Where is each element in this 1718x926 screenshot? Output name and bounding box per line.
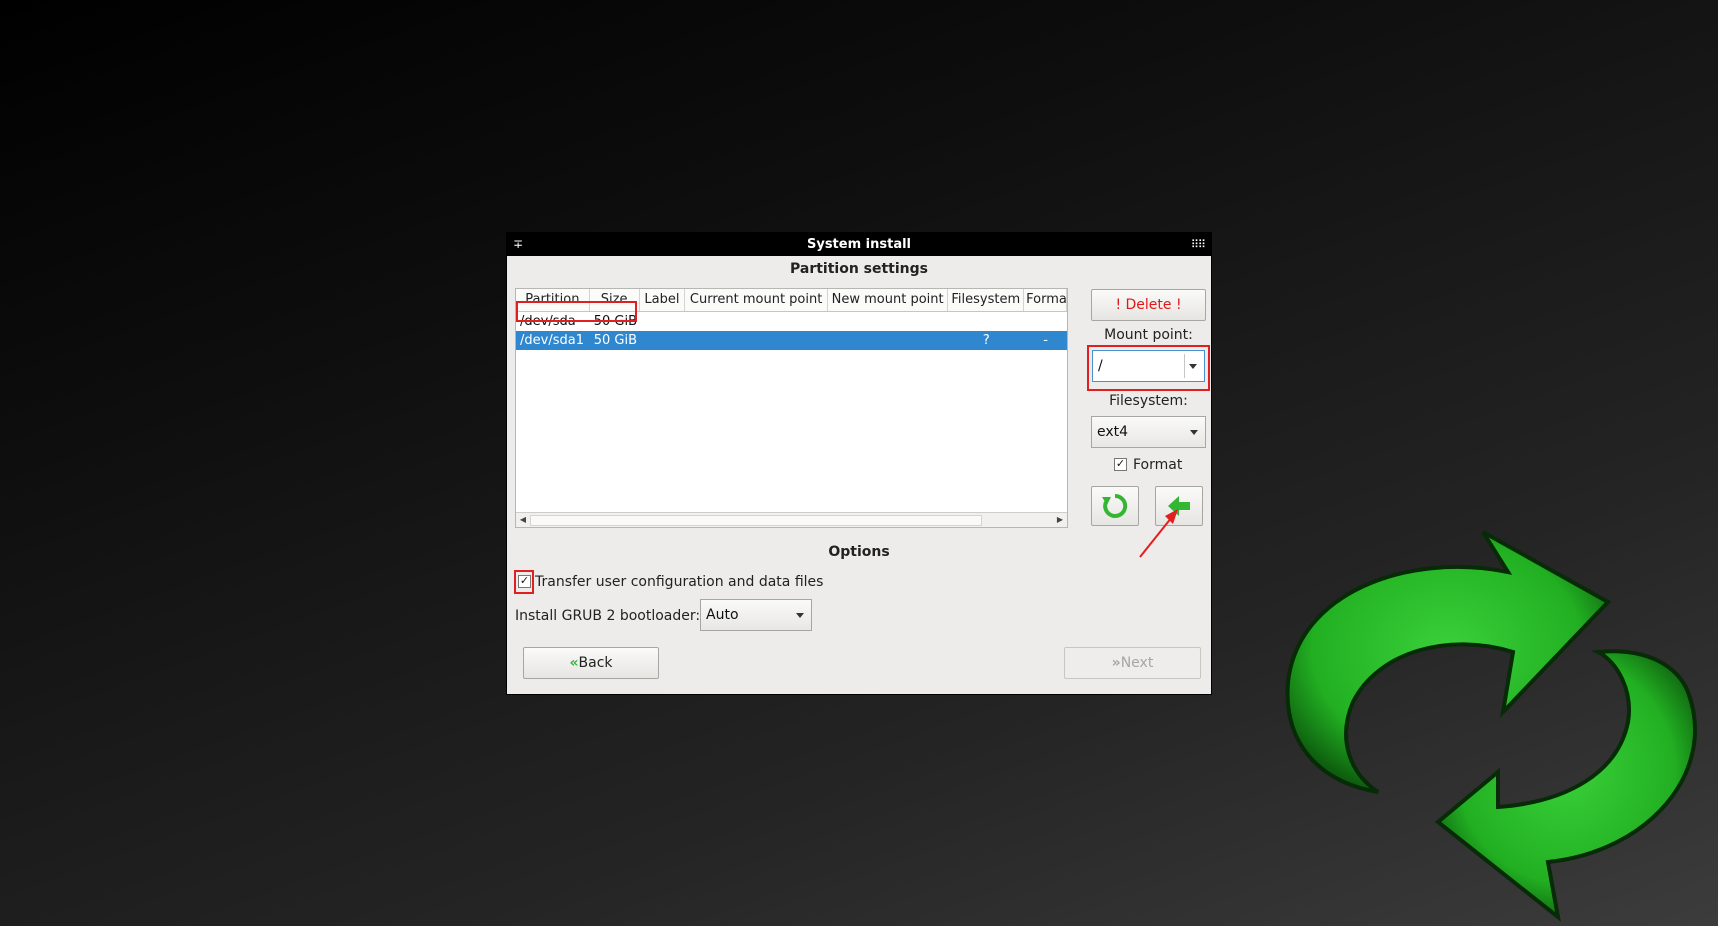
filesystem-value: ext4 — [1097, 424, 1129, 440]
filesystem-label: Filesystem: — [1109, 393, 1188, 409]
grub-combobox[interactable]: Auto — [700, 599, 812, 631]
grub-label: Install GRUB 2 bootloader: — [515, 608, 701, 624]
refresh-icon — [1102, 493, 1128, 518]
scroll-right-icon[interactable]: ▶ — [1053, 513, 1067, 527]
cell-format — [1024, 312, 1067, 331]
col-filesystem[interactable]: Filesystem — [948, 289, 1025, 311]
cell-filesystem: ? — [982, 333, 990, 348]
cell-new-mount — [828, 331, 949, 350]
partition-settings-title: Partition settings — [789, 261, 928, 277]
window-menu-icon[interactable]: ∓ — [513, 233, 523, 256]
double-chevron-left-icon: « — [569, 655, 579, 671]
title-bar[interactable]: ∓ System install ⠿⠿ — [507, 233, 1211, 256]
chevron-down-icon[interactable] — [1190, 430, 1198, 435]
transfer-label: Transfer user configuration and data fil… — [535, 574, 824, 590]
cell-label — [640, 331, 686, 350]
col-current-mount[interactable]: Current mount point — [685, 289, 828, 311]
filesystem-combobox[interactable]: ext4 — [1091, 416, 1206, 448]
mount-point-highlight — [1087, 345, 1210, 391]
cell-filesystem — [948, 312, 1024, 331]
format-label: Format — [1133, 457, 1183, 473]
cell-new-mount — [828, 312, 949, 331]
window-title: System install — [806, 237, 912, 252]
sync-logo-icon — [1285, 530, 1697, 922]
next-button[interactable]: »Next — [1064, 647, 1201, 679]
cell-current-mount — [685, 312, 827, 331]
cell-size: 50 GiB — [593, 333, 638, 348]
back-label: Back — [578, 655, 613, 671]
window-options-icon[interactable]: ⠿⠿ — [1191, 233, 1206, 256]
grub-value: Auto — [706, 607, 739, 623]
options-title: Options — [828, 544, 890, 560]
cell-partition: /dev/sda1 — [520, 333, 584, 348]
next-label: Next — [1120, 655, 1154, 671]
selected-partition-highlight — [516, 301, 637, 322]
scroll-left-icon[interactable]: ◀ — [516, 513, 530, 527]
format-checkbox[interactable]: ✓ — [1114, 458, 1127, 471]
chevron-down-icon[interactable] — [796, 613, 804, 618]
col-new-mount[interactable]: New mount point — [828, 289, 949, 311]
delete-button[interactable]: ! Delete ! — [1091, 289, 1206, 321]
table-row-selected[interactable]: /dev/sda1 50 GiB ? - — [516, 331, 1067, 350]
scrollbar-thumb[interactable] — [530, 515, 982, 526]
system-install-window: ∓ System install ⠿⠿ Partition settings P… — [506, 232, 1212, 695]
back-button[interactable]: «Back — [523, 647, 659, 679]
cell-label — [640, 312, 686, 331]
col-label[interactable]: Label — [640, 289, 686, 311]
mount-point-label: Mount point: — [1104, 327, 1193, 343]
cell-format: - — [1043, 333, 1048, 348]
horizontal-scrollbar[interactable]: ◀ ▶ — [516, 512, 1067, 527]
cell-current-mount — [685, 331, 827, 350]
partition-table[interactable]: Partition Size Label Current mount point… — [515, 288, 1068, 528]
col-format[interactable]: Format — [1024, 289, 1067, 311]
transfer-checkbox-highlight — [514, 570, 534, 594]
double-chevron-right-icon: » — [1111, 655, 1121, 671]
